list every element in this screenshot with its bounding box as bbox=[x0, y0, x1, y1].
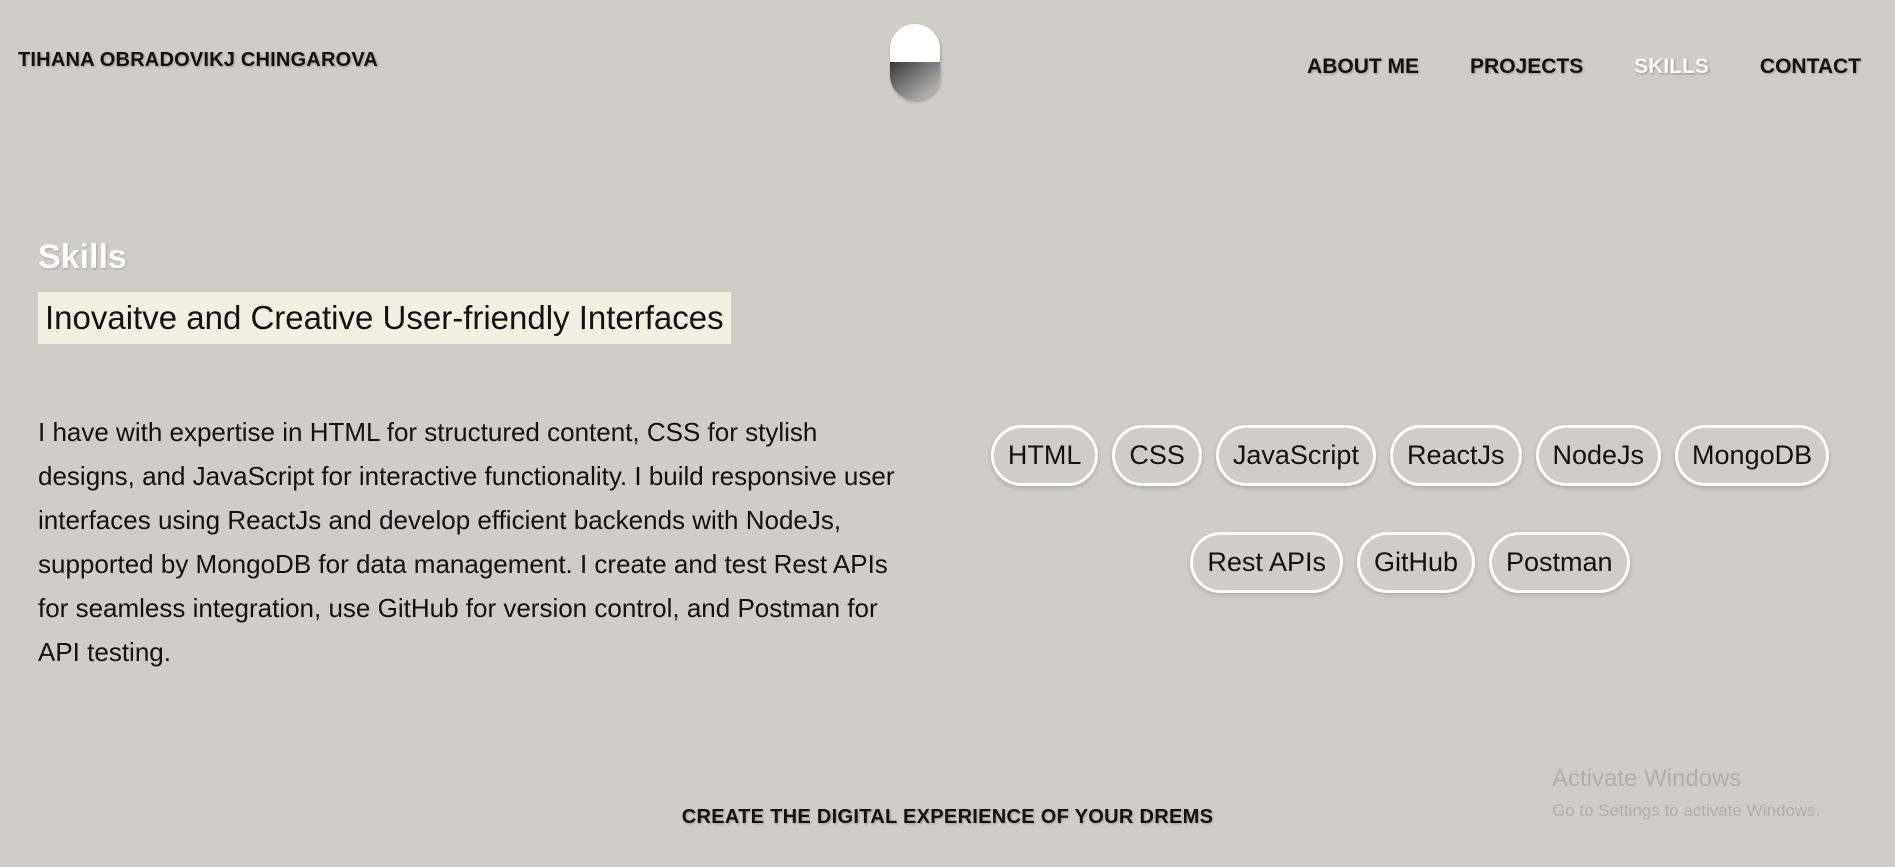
windows-activation-watermark: Activate Windows Go to Settings to activ… bbox=[1552, 765, 1820, 821]
skill-tag-html[interactable]: HTML bbox=[990, 425, 1099, 486]
section-subtitle: Inovaitve and Creative User-friendly Int… bbox=[38, 292, 731, 344]
skill-tag-javascript[interactable]: JavaScript bbox=[1215, 425, 1376, 486]
nav-about-me[interactable]: ABOUT ME bbox=[1307, 55, 1419, 79]
nav-projects[interactable]: PROJECTS bbox=[1470, 55, 1583, 79]
main-nav: ABOUT ME PROJECTS SKILLS CONTACT bbox=[1307, 55, 1861, 79]
skill-tags: HTML CSS JavaScript ReactJs NodeJs Mongo… bbox=[990, 425, 1830, 593]
skill-tag-mongodb[interactable]: MongoDB bbox=[1675, 425, 1830, 486]
skills-description: I have with expertise in HTML for struct… bbox=[38, 417, 895, 667]
skill-tag-reactjs[interactable]: ReactJs bbox=[1389, 425, 1522, 486]
section-title: Skills bbox=[38, 238, 127, 276]
skill-tag-postman[interactable]: Postman bbox=[1489, 532, 1630, 593]
half-circle-logo-icon[interactable] bbox=[886, 20, 944, 104]
brand-name[interactable]: TIHANA OBRADOVIKJ CHINGAROVA bbox=[18, 49, 378, 72]
nav-skills[interactable]: SKILLS bbox=[1634, 55, 1709, 79]
watermark-title: Activate Windows bbox=[1552, 765, 1742, 792]
skill-tag-github[interactable]: GitHub bbox=[1356, 532, 1476, 593]
skill-tag-css[interactable]: CSS bbox=[1112, 425, 1202, 486]
skill-tag-nodejs[interactable]: NodeJs bbox=[1535, 425, 1662, 486]
page: TIHANA OBRADOVIKJ CHINGAROVA ABOUT ME PR… bbox=[0, 0, 1895, 867]
nav-contact[interactable]: CONTACT bbox=[1760, 55, 1861, 79]
skill-tag-rest-apis[interactable]: Rest APIs bbox=[1190, 532, 1343, 593]
watermark-subtitle: Go to Settings to activate Windows. bbox=[1552, 801, 1821, 820]
